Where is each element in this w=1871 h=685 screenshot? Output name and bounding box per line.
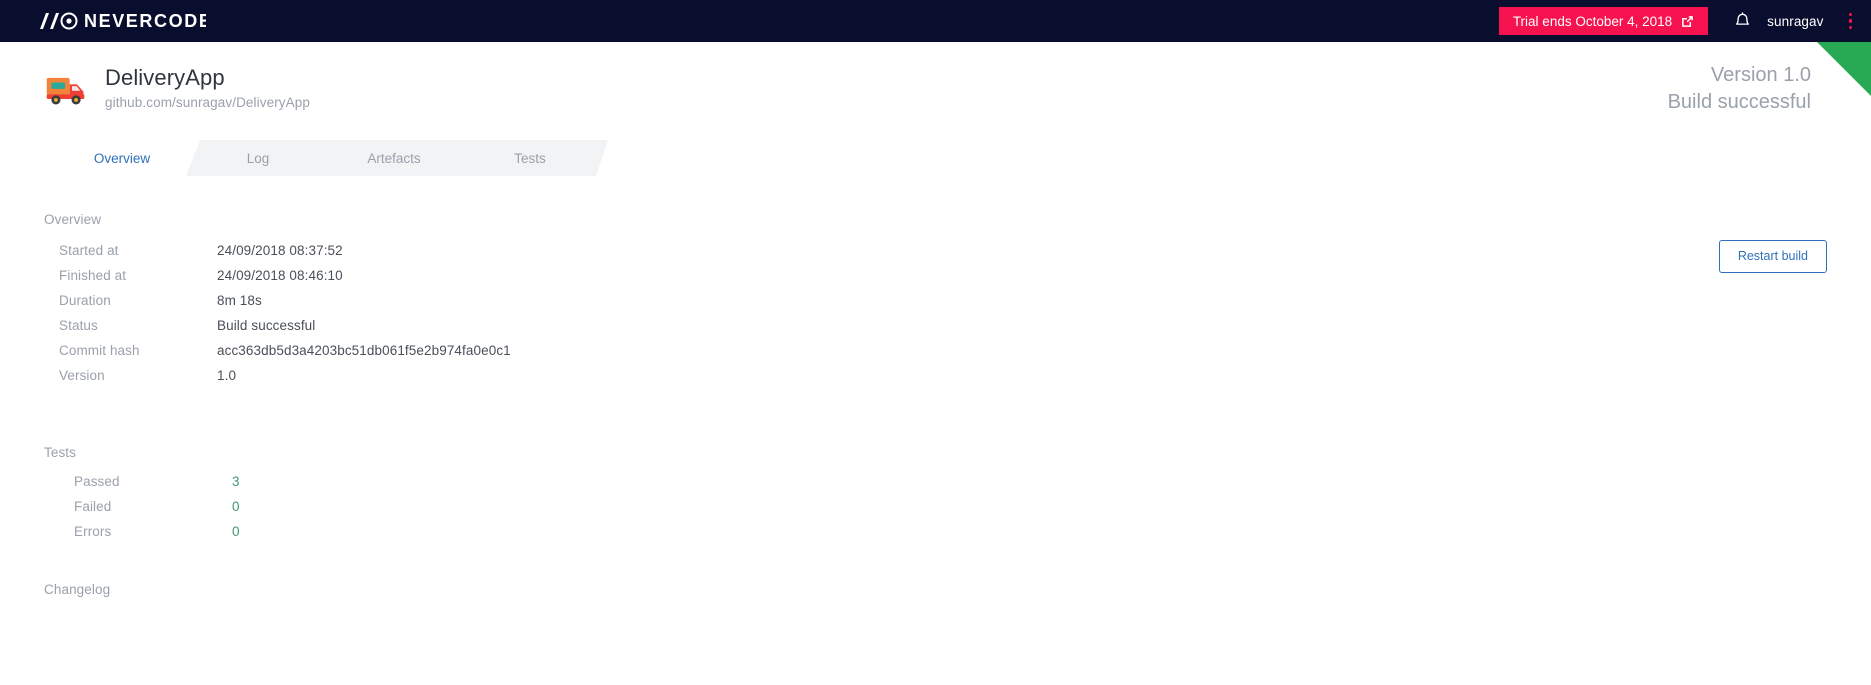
restart-build-button[interactable]: Restart build bbox=[1718, 240, 1827, 273]
top-navigation-bar: NEVERCODE Trial ends October 4, 2018 sun… bbox=[0, 0, 1871, 42]
test-label: Failed bbox=[74, 499, 112, 514]
app-repository-url: github.com/sunragav/DeliveryApp bbox=[105, 95, 310, 110]
detail-label: Finished at bbox=[59, 268, 127, 283]
detail-label: Started at bbox=[59, 243, 119, 258]
test-value: 3 bbox=[232, 474, 240, 489]
external-link-icon bbox=[1682, 15, 1694, 27]
detail-value: Build successful bbox=[217, 318, 316, 333]
tests-section-title: Tests bbox=[44, 445, 77, 460]
overview-section-title: Overview bbox=[44, 212, 102, 227]
detail-label: Commit hash bbox=[59, 343, 140, 358]
test-value: 0 bbox=[232, 499, 240, 514]
test-value: 0 bbox=[232, 524, 240, 539]
detail-label: Status bbox=[59, 318, 98, 333]
notifications-button[interactable] bbox=[1734, 11, 1751, 31]
app-title-block: DeliveryApp github.com/sunragav/Delivery… bbox=[105, 64, 310, 112]
changelog-section-title: Changelog bbox=[44, 582, 111, 597]
test-row-passed: Passed 3 bbox=[44, 474, 1827, 499]
tab-log-label: Log bbox=[246, 150, 270, 166]
detail-row-duration: Duration 8m 18s bbox=[44, 293, 1827, 318]
kebab-dot bbox=[1848, 25, 1852, 30]
tab-overview-label: Overview bbox=[93, 150, 151, 166]
test-row-failed: Failed 0 bbox=[44, 499, 1827, 524]
detail-value: acc363db5d3a4203bc51db061f5e2b974fa0e0c1 bbox=[217, 343, 511, 358]
trial-ends-label: Trial ends October 4, 2018 bbox=[1512, 13, 1673, 29]
tab-tests[interactable]: Tests bbox=[452, 140, 608, 176]
build-version-status: Version 1.0 Build successful bbox=[1668, 62, 1811, 116]
nevercode-logo-icon: NEVERCODE bbox=[40, 12, 206, 30]
app-identity: DeliveryApp github.com/sunragav/Delivery… bbox=[44, 64, 310, 112]
detail-label: Duration bbox=[59, 293, 111, 308]
test-label: Errors bbox=[74, 524, 112, 539]
kebab-menu-icon[interactable] bbox=[1846, 9, 1856, 34]
detail-value: 8m 18s bbox=[217, 293, 262, 308]
detail-value: 1.0 bbox=[217, 368, 237, 383]
detail-row-status: Status Build successful bbox=[44, 318, 1827, 343]
overview-panel: Restart build Overview Started at 24/09/… bbox=[0, 212, 1871, 597]
app-header: DeliveryApp github.com/sunragav/Delivery… bbox=[0, 42, 1871, 138]
trial-ends-button[interactable]: Trial ends October 4, 2018 bbox=[1498, 7, 1709, 35]
overview-details-list: Started at 24/09/2018 08:37:52 Finished … bbox=[44, 243, 1827, 393]
username-label[interactable]: sunragav bbox=[1767, 14, 1823, 29]
detail-value: 24/09/2018 08:37:52 bbox=[217, 243, 343, 258]
test-row-errors: Errors 0 bbox=[44, 524, 1827, 549]
tab-artefacts[interactable]: Artefacts bbox=[316, 140, 472, 176]
build-status-label: Build successful bbox=[1667, 91, 1811, 113]
detail-row-started-at: Started at 24/09/2018 08:37:52 bbox=[44, 243, 1827, 268]
tab-artefacts-label: Artefacts bbox=[367, 150, 421, 166]
kebab-dot bbox=[1848, 19, 1852, 23]
detail-row-finished-at: Finished at 24/09/2018 08:46:10 bbox=[44, 268, 1827, 293]
detail-label: Version bbox=[59, 368, 105, 383]
tab-overview[interactable]: Overview bbox=[44, 140, 200, 176]
top-nav-right-group: Trial ends October 4, 2018 sunragav bbox=[1498, 0, 1857, 42]
tests-summary-list: Passed 3 Failed 0 Errors 0 bbox=[44, 474, 1827, 549]
tab-tests-label: Tests bbox=[514, 150, 546, 166]
build-status-corner-flag bbox=[1817, 42, 1871, 96]
kebab-dot bbox=[1848, 12, 1852, 17]
detail-row-commit-hash: Commit hash acc363db5d3a4203bc51db061f5e… bbox=[44, 343, 1827, 368]
svg-text:NEVERCODE: NEVERCODE bbox=[84, 12, 206, 30]
tab-bar: Overview Log Artefacts Tests bbox=[0, 140, 1871, 176]
tab-log[interactable]: Log bbox=[180, 140, 336, 176]
test-label: Passed bbox=[74, 474, 120, 489]
build-version-label: Version 1.0 bbox=[1710, 64, 1811, 86]
detail-row-version: Version 1.0 bbox=[44, 368, 1827, 393]
bell-icon bbox=[1736, 11, 1750, 25]
delivery-truck-icon bbox=[46, 77, 85, 105]
nevercode-logo[interactable]: NEVERCODE bbox=[38, 0, 206, 42]
detail-value: 24/09/2018 08:46:10 bbox=[217, 268, 343, 283]
app-title: DeliveryApp bbox=[105, 65, 225, 90]
